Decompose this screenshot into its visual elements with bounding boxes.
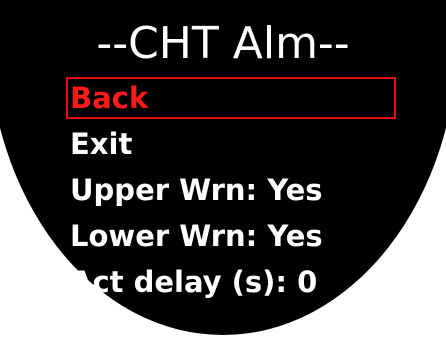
menu-item-act-delay[interactable]: Act delay (s): 0 (70, 264, 317, 300)
menu-item-upper-warning[interactable]: Upper Wrn: Yes (70, 172, 323, 208)
menu-list: Back Exit Upper Wrn: Yes Lower Wrn: Yes … (0, 0, 446, 338)
menu-item-lower-warning[interactable]: Lower Wrn: Yes (70, 218, 323, 254)
menu-item-back[interactable]: Back (70, 80, 148, 116)
menu-item-exit[interactable]: Exit (70, 126, 132, 162)
device-screen: --CHT Alm-- Back Exit Upper Wrn: Yes Low… (0, 0, 446, 338)
